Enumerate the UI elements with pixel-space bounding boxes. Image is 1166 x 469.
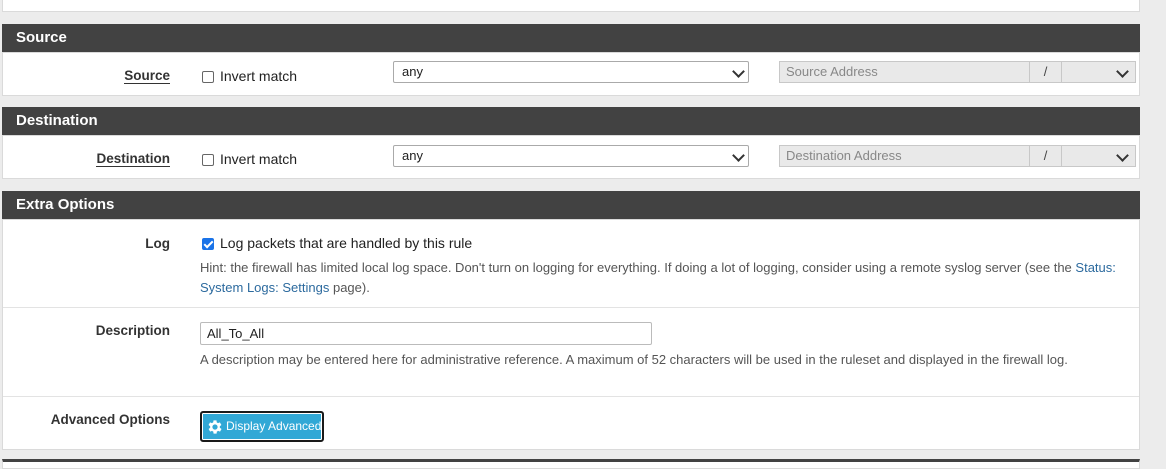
extra-options-section-header: Extra Options xyxy=(2,191,1140,219)
chevron-down-icon xyxy=(732,65,745,78)
log-checkbox-label: Log packets that are handled by this rul… xyxy=(220,235,473,251)
log-hint: Hint: the firewall has limited local log… xyxy=(200,260,1116,295)
description-input[interactable]: All_To_All xyxy=(200,322,652,345)
extra-options-section-title: Extra Options xyxy=(16,196,115,213)
source-slash: / xyxy=(1029,62,1062,82)
destination-slash: / xyxy=(1029,146,1062,166)
destination-address-input[interactable]: Destination Address xyxy=(786,148,902,163)
destination-invert-checkbox[interactable] xyxy=(202,154,214,166)
description-label: Description xyxy=(95,323,170,338)
source-invert-checkbox[interactable] xyxy=(202,71,214,83)
destination-section-title: Destination xyxy=(16,112,98,129)
log-label: Log xyxy=(145,236,170,251)
source-label[interactable]: Source xyxy=(2,68,170,84)
source-invert-label: Invert match xyxy=(220,68,298,84)
display-advanced-label: Display Advanced xyxy=(226,419,322,433)
destination-section-header: Destination xyxy=(2,107,1140,135)
description-hint: A description may be entered here for ad… xyxy=(200,352,1068,367)
source-type-select[interactable]: any xyxy=(393,61,749,83)
display-advanced-button[interactable]: Display Advanced xyxy=(200,411,324,442)
destination-invert-label: Invert match xyxy=(220,151,298,167)
destination-mask-select[interactable] xyxy=(1116,149,1129,162)
source-section-title: Source xyxy=(16,29,67,46)
source-section-header: Source xyxy=(2,24,1140,52)
row-divider xyxy=(3,396,1139,397)
destination-address-field[interactable]: Destination Address / xyxy=(779,145,1136,167)
chevron-down-icon xyxy=(732,149,745,162)
source-address-field[interactable]: Source Address / xyxy=(779,61,1136,83)
next-panel xyxy=(2,459,1140,469)
destination-type-select[interactable]: any xyxy=(393,145,749,167)
source-mask-select[interactable] xyxy=(1116,65,1129,78)
row-divider xyxy=(3,307,1139,308)
gear-icon xyxy=(208,420,222,434)
destination-label[interactable]: Destination xyxy=(2,151,170,167)
advanced-options-label: Advanced Options xyxy=(50,412,170,427)
log-checkbox[interactable] xyxy=(202,238,214,250)
previous-panel xyxy=(2,0,1140,12)
source-address-input[interactable]: Source Address xyxy=(786,64,878,79)
